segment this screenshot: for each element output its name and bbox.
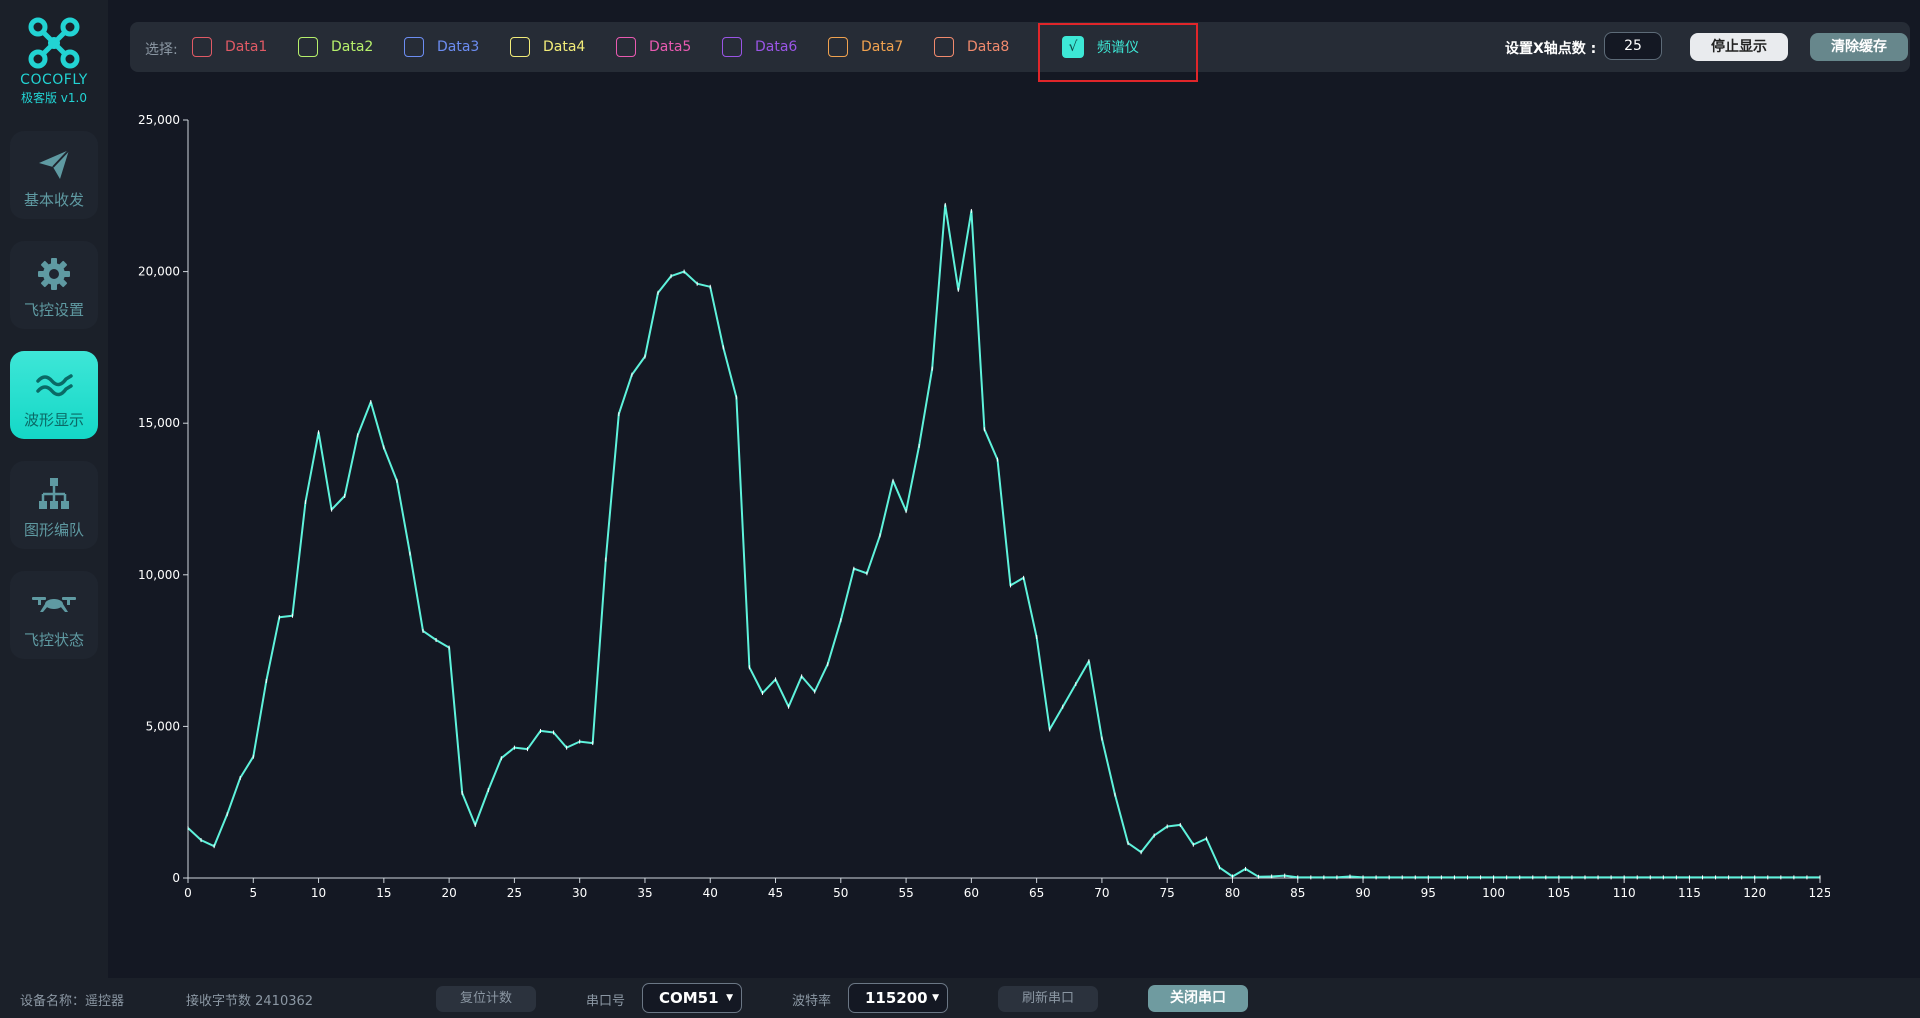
y-tick-label: 5,000 <box>146 719 180 733</box>
serial-port-label: 串口号 <box>586 994 626 1009</box>
nav-label: 飞控状态 <box>23 631 84 649</box>
series-line <box>187 203 1820 879</box>
y-tick-label: 10,000 <box>138 568 180 582</box>
x-tick-label: 110 <box>1613 886 1636 900</box>
x-tick-label: 10 <box>311 886 326 900</box>
nav-label: 图形编队 <box>23 521 84 539</box>
nav-formation[interactable]: 图形编队 <box>10 461 98 549</box>
gear-icon <box>38 258 70 290</box>
highlight-annotation-box <box>1038 23 1198 82</box>
y-tick-label: 25,000 <box>138 113 180 127</box>
app-version: 极客版 v1.0 <box>20 91 87 105</box>
x-tick-label: 90 <box>1355 886 1370 900</box>
x-tick-label: 65 <box>1029 886 1044 900</box>
x-tick-label: 100 <box>1482 886 1505 900</box>
spectrum-chart: 0 5,000 10,000 15,000 20,000 25,000 0 5 10 15 20 25… <box>138 113 1830 900</box>
checkbox-icon <box>722 37 742 57</box>
stop-display-button[interactable]: 停止显示 <box>1690 33 1788 61</box>
channel-checkbox-2[interactable]: Data2 <box>298 34 373 60</box>
channel-label: Data1 <box>225 39 268 55</box>
refresh-port-button[interactable]: 刷新串口 <box>998 986 1098 1012</box>
y-tick-label: 0 <box>172 871 180 885</box>
x-tick-label: 15 <box>376 886 391 900</box>
x-points-input[interactable]: 25 <box>1604 32 1662 60</box>
chevron-down-icon: ▼ <box>726 993 733 1003</box>
x-tick-label: 75 <box>1160 886 1175 900</box>
x-tick-label: 30 <box>572 886 587 900</box>
hierarchy-icon <box>39 478 69 509</box>
status-bar: 设备名称：遥控器 接收字节数 2410362 复位计数 串口号 COM51 ▼ … <box>0 978 1920 1018</box>
x-tick-label: 20 <box>441 886 456 900</box>
checkbox-icon <box>298 37 318 57</box>
x-tick-label: 25 <box>507 886 522 900</box>
channel-checkbox-1[interactable]: Data1 <box>192 34 267 60</box>
baud-rate-value: 115200 <box>865 989 928 1007</box>
x-tick-label: 55 <box>898 886 913 900</box>
clear-cache-button[interactable]: 清除缓存 <box>1810 33 1908 61</box>
checkbox-icon <box>934 37 954 57</box>
channel-label: Data2 <box>331 39 374 55</box>
y-tick-label: 15,000 <box>138 416 180 430</box>
sidebar: COCOFLY 极客版 v1.0 基本收发 飞控设置 波形显示 图形编队 飞控状… <box>0 0 108 978</box>
y-tick-label: 20,000 <box>138 265 180 279</box>
nav-label: 飞控设置 <box>23 301 84 319</box>
x-tick-label: 0 <box>184 886 192 900</box>
channel-checkbox-8[interactable]: Data8 <box>934 34 1009 60</box>
channel-label: Data5 <box>649 39 692 55</box>
app-name: COCOFLY <box>20 72 88 88</box>
x-tick-label: 5 <box>249 886 257 900</box>
checkbox-icon <box>404 37 424 57</box>
paper-plane-icon <box>39 149 70 179</box>
x-tick-label: 35 <box>637 886 652 900</box>
drone-logo-icon <box>28 17 80 69</box>
chevron-down-icon: ▼ <box>932 993 939 1003</box>
channel-checkbox-4[interactable]: Data4 <box>510 34 585 60</box>
select-label: 选择: <box>145 42 178 58</box>
nav-label: 基本收发 <box>23 191 84 209</box>
checkbox-icon <box>192 37 212 57</box>
nav-flight-settings[interactable]: 飞控设置 <box>10 241 98 329</box>
channel-label: Data3 <box>437 39 480 55</box>
serial-port-value: COM51 <box>659 989 719 1007</box>
x-tick-label: 45 <box>768 886 783 900</box>
channel-label: Data4 <box>543 39 586 55</box>
device-name-text: 设备名称：遥控器 <box>20 994 125 1009</box>
x-tick-label: 60 <box>964 886 979 900</box>
channel-checkbox-5[interactable]: Data5 <box>616 34 691 60</box>
checkbox-icon <box>616 37 636 57</box>
checkbox-icon <box>828 37 848 57</box>
x-tick-label: 115 <box>1678 886 1701 900</box>
drone-icon <box>32 597 76 612</box>
channel-checkbox-7[interactable]: Data7 <box>828 34 903 60</box>
x-tick-label: 120 <box>1743 886 1766 900</box>
x-tick-label: 85 <box>1290 886 1305 900</box>
x-tick-label: 105 <box>1547 886 1570 900</box>
channel-label: Data8 <box>967 39 1010 55</box>
x-tick-label: 40 <box>703 886 718 900</box>
nav-flight-status[interactable]: 飞控状态 <box>10 571 98 659</box>
channel-label: Data7 <box>861 39 904 55</box>
received-bytes-text: 接收字节数 2410362 <box>186 994 314 1009</box>
x-tick-label: 70 <box>1094 886 1109 900</box>
channel-checkbox-6[interactable]: Data6 <box>722 34 797 60</box>
x-tick-label: 125 <box>1809 886 1830 900</box>
reset-count-button[interactable]: 复位计数 <box>436 986 536 1012</box>
baud-rate-label: 波特率 <box>792 994 832 1009</box>
serial-port-select[interactable]: COM51 ▼ <box>642 983 742 1013</box>
baud-rate-select[interactable]: 115200 ▼ <box>848 983 948 1013</box>
app-logo: COCOFLY 极客版 v1.0 <box>0 16 108 106</box>
nav-basic-transceive[interactable]: 基本收发 <box>10 131 98 219</box>
x-points-label: 设置X轴点数 : <box>1505 41 1597 57</box>
x-tick-label: 95 <box>1421 886 1436 900</box>
x-tick-label: 80 <box>1225 886 1240 900</box>
channel-label: Data6 <box>755 39 798 55</box>
close-port-button[interactable]: 关闭串口 <box>1148 985 1248 1012</box>
nav-waveform-display[interactable]: 波形显示 <box>10 351 98 439</box>
checkbox-icon <box>510 37 530 57</box>
x-tick-label: 50 <box>833 886 848 900</box>
channel-checkbox-3[interactable]: Data3 <box>404 34 479 60</box>
waveform-icon <box>36 374 73 397</box>
nav-label: 波形显示 <box>23 411 84 429</box>
